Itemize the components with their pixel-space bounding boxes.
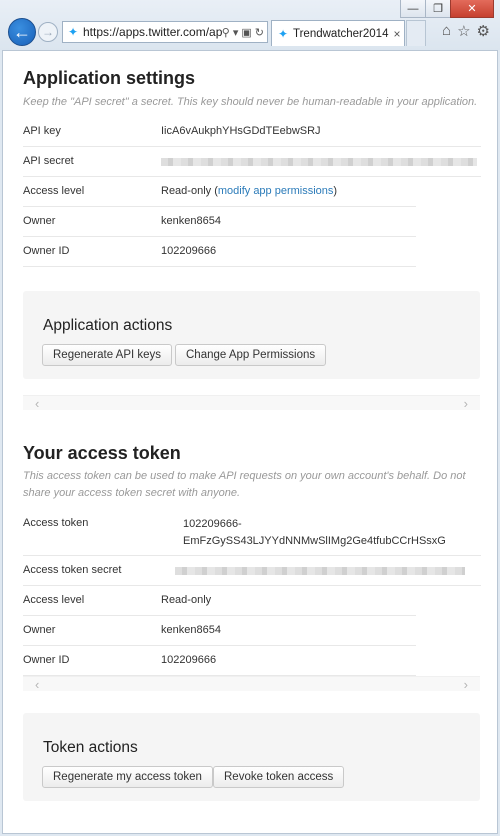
owner-value: kenken8654 — [161, 215, 221, 227]
refresh-icon[interactable]: ↻ — [255, 26, 264, 39]
api-secret-note: Keep the "API secret" a secret. This key… — [23, 96, 478, 108]
owner-id-label: Owner ID — [23, 245, 70, 257]
access-level-label: Access level — [23, 185, 85, 197]
token-access-level-label: Access level — [23, 594, 85, 606]
token-owner-value: kenken8654 — [161, 624, 221, 636]
token-actions-box: Token actions Regenerate my access token… — [23, 713, 480, 801]
token-owner-row: Owner kenken8654 — [23, 616, 416, 646]
address-icons: ⚲ ▾ ▣ ↻ — [222, 26, 267, 39]
new-tab-button[interactable] — [406, 20, 426, 46]
dropdown-icon[interactable]: ▾ — [233, 26, 239, 39]
token-owner-id-label: Owner ID — [23, 654, 70, 666]
horizontal-scrollbar[interactable]: ‹ › — [23, 676, 480, 692]
token-owner-label: Owner — [23, 624, 56, 636]
modify-app-permissions-link[interactable]: modify app permissions — [218, 185, 334, 197]
owner-id-value: 102209666 — [161, 245, 217, 257]
access-token-label: Access token — [23, 517, 89, 529]
regenerate-access-token-button[interactable]: Regenerate my access token — [42, 766, 213, 788]
owner-label: Owner — [23, 215, 56, 227]
url-text[interactable]: https://apps.twitter.com/app — [83, 25, 222, 39]
home-icon[interactable]: ⌂ — [442, 22, 451, 40]
arrow-left-icon: ← — [13, 21, 31, 42]
address-bar[interactable]: ✦ https://apps.twitter.com/app ⚲ ▾ ▣ ↻ — [62, 21, 268, 43]
page-viewport: Application settings Keep the "API secre… — [2, 50, 498, 834]
search-icon[interactable]: ⚲ — [222, 26, 230, 39]
owner-row: Owner kenken8654 — [23, 207, 416, 237]
api-secret-masked-value — [161, 158, 477, 166]
token-actions-title: Token actions — [43, 739, 138, 756]
tab-close-button[interactable]: × — [390, 27, 404, 41]
access-token-row: Access token 102209666- EmFzGySS43LJYYdN… — [23, 509, 481, 556]
owner-id-row: Owner ID 102209666 — [23, 237, 416, 267]
tab-title: Trendwatcher2014 ... — [293, 27, 390, 40]
access-level-row: Access level Read-only (modify app permi… — [23, 177, 416, 207]
close-window-button[interactable]: ✕ — [450, 0, 494, 18]
horizontal-scrollbar[interactable]: ‹ › — [23, 395, 480, 411]
window-controls: — ❐ ✕ — [400, 0, 494, 18]
access-token-secret-row: Access token secret — [23, 556, 481, 586]
api-key-label: API key — [23, 125, 61, 137]
token-access-level-value: Read-only — [161, 594, 212, 606]
toolbar-icons: ⌂ ☆ ⚙ — [442, 22, 490, 40]
revoke-token-access-button[interactable]: Revoke token access — [213, 766, 345, 788]
star-icon[interactable]: ☆ — [457, 22, 470, 40]
minimize-button[interactable]: — — [400, 0, 426, 18]
scroll-right-icon[interactable]: › — [464, 396, 468, 411]
access-token-note: This access token can be used to make AP… — [23, 470, 466, 499]
twitter-bird-icon: ✦ — [277, 26, 289, 41]
scroll-left-icon[interactable]: ‹ — [35, 396, 39, 411]
application-actions-title: Application actions — [43, 317, 173, 334]
access-level-value: Read-only (modify app permissions) — [161, 185, 338, 197]
access-token-title: Your access token — [23, 443, 181, 463]
application-actions-box: Application actions Regenerate API keys … — [23, 291, 480, 379]
api-key-value: IicA6vAukphYHsGDdTEebwSRJ — [161, 125, 321, 137]
gear-icon[interactable]: ⚙ — [477, 22, 490, 40]
scroll-left-icon[interactable]: ‹ — [35, 677, 39, 692]
token-access-level-row: Access level Read-only — [23, 586, 416, 616]
twitter-bird-icon: ✦ — [67, 25, 79, 39]
api-secret-label: API secret — [23, 155, 74, 167]
application-settings-title: Application settings — [23, 68, 196, 88]
scroll-right-icon[interactable]: › — [464, 677, 468, 692]
back-button[interactable]: ← — [8, 18, 36, 46]
maximize-button[interactable]: ❐ — [425, 0, 451, 18]
access-token-value: 102209666- EmFzGySS43LJYYdNNMwSlIMg2Ge4t… — [183, 518, 446, 547]
browser-chrome: — ❐ ✕ ← → ✦ https://apps.twitter.com/app… — [0, 0, 500, 50]
lock-icon[interactable]: ▣ — [241, 26, 251, 39]
access-token-secret-masked-value — [175, 567, 465, 575]
forward-button[interactable]: → — [38, 22, 58, 42]
arrow-right-icon: → — [42, 25, 54, 39]
regenerate-api-keys-button[interactable]: Regenerate API keys — [42, 344, 173, 366]
token-owner-id-value: 102209666 — [161, 654, 217, 666]
api-secret-row: API secret — [23, 147, 481, 177]
access-token-secret-label: Access token secret — [23, 564, 122, 576]
api-key-row: API key IicA6vAukphYHsGDdTEebwSRJ — [23, 117, 481, 147]
browser-tab[interactable]: ✦ Trendwatcher2014 ... × — [271, 20, 405, 46]
token-owner-id-row: Owner ID 102209666 — [23, 646, 416, 676]
change-app-permissions-button[interactable]: Change App Permissions — [175, 344, 327, 366]
